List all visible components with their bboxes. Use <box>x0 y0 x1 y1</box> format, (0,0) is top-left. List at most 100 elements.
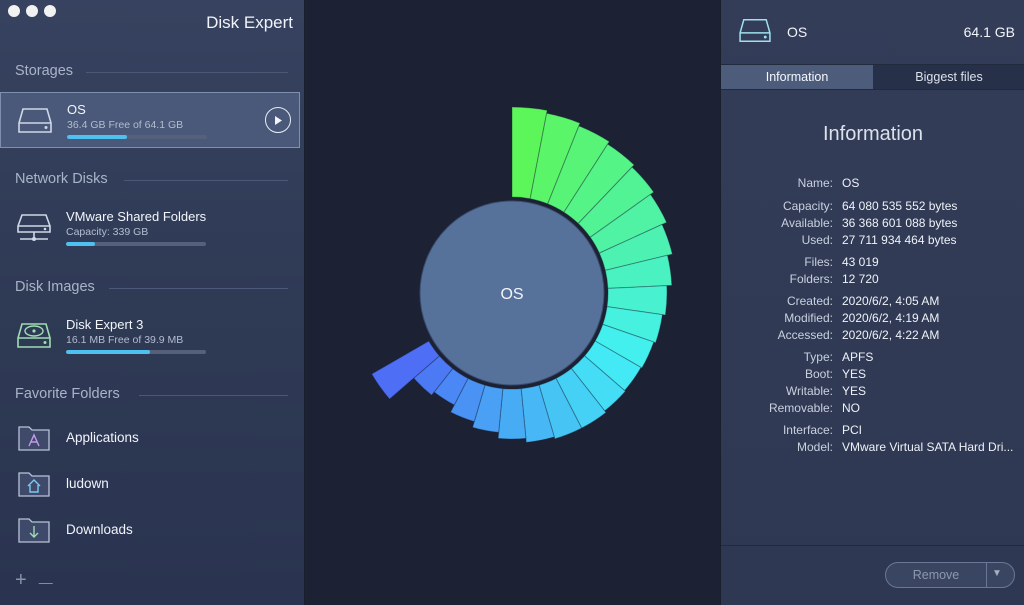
zoom-window-button[interactable] <box>44 5 56 17</box>
info-key: Files: <box>804 255 833 269</box>
info-key: Removable: <box>768 401 833 415</box>
info-row: Writable: YES <box>721 384 1024 399</box>
hard-drive-icon <box>739 19 771 43</box>
info-value: 2020/6/2, 4:05 AM <box>842 294 940 308</box>
info-value: OS <box>842 176 860 190</box>
favorite-label: ludown <box>66 476 109 491</box>
favorite-label: Downloads <box>66 522 133 537</box>
info-key: Boot: <box>804 367 833 381</box>
disk-image-name: Disk Expert 3 <box>66 317 144 332</box>
disk-image-usage-bar <box>66 350 206 354</box>
info-key: Name: <box>797 176 833 190</box>
favorite-item-ludown[interactable]: ludown <box>0 464 300 504</box>
app-title: Disk Expert <box>206 13 293 32</box>
hub-disk-label: OS <box>500 286 523 303</box>
tab-information[interactable]: Information <box>721 65 873 89</box>
info-row: Name: OS <box>721 176 1024 191</box>
info-row: Created: 2020/6/2, 4:05 AM <box>721 294 1024 309</box>
add-folder-button[interactable]: + <box>15 569 27 595</box>
info-row: Modified: 2020/6/2, 4:19 AM <box>721 311 1024 326</box>
info-key: Writable: <box>785 384 833 398</box>
info-row: Type: APFS <box>721 350 1024 365</box>
info-value: NO <box>842 401 860 415</box>
footer-divider <box>721 545 1024 546</box>
info-value: 12 720 <box>842 272 879 286</box>
section-title-storages: Storages <box>15 63 74 79</box>
info-value: 36 368 601 088 bytes <box>842 216 958 230</box>
selected-disk-name: OS <box>787 24 808 40</box>
button-separator <box>986 563 987 587</box>
network-usage-fill <box>66 242 96 246</box>
info-key: Created: <box>786 294 833 308</box>
info-row: Boot: YES <box>721 367 1024 382</box>
info-key: Capacity: <box>782 199 833 213</box>
network-disk-capacity: Capacity: 339 GB <box>66 226 149 238</box>
info-value: 27 711 934 464 bytes <box>842 233 957 247</box>
info-value: 64 080 535 552 bytes <box>842 199 958 213</box>
info-row: Model: VMware Virtual SATA Hard Dri... <box>721 440 1024 455</box>
sunburst-chart[interactable]: OS <box>305 0 720 605</box>
tab-biggest-files[interactable]: Biggest files <box>873 65 1024 89</box>
remove-button-group: Remove ▼ <box>885 562 1015 588</box>
info-panel: OS 64.1 GB Information Biggest files Inf… <box>720 0 1024 605</box>
disk-image-item-disk-expert-3[interactable]: Disk Expert 3 16.1 MB Free of 39.9 MB <box>0 308 300 364</box>
favorite-label: Applications <box>66 430 139 445</box>
favorite-item-applications[interactable]: Applications <box>0 418 300 458</box>
info-value: YES <box>842 384 867 398</box>
info-key: Modified: <box>784 311 833 325</box>
storage-free-space: 36.4 GB Free of 64.1 GB <box>67 119 184 131</box>
network-usage-bar <box>66 242 206 246</box>
info-key: Used: <box>801 233 833 247</box>
dropdown-caret-icon[interactable]: ▼ <box>992 568 1002 579</box>
remove-button[interactable]: Remove <box>886 568 986 582</box>
info-key: Model: <box>796 440 833 454</box>
downloads-folder-icon <box>18 518 50 543</box>
section-title-disk-images: Disk Images <box>15 279 95 295</box>
info-row: Available: 36 368 601 088 bytes <box>721 216 1024 231</box>
minimize-window-button[interactable] <box>26 5 38 17</box>
section-title-favorite-folders: Favorite Folders <box>15 386 120 402</box>
sidebar: Disk Expert Storages OS 36.4 GB Free of … <box>0 0 305 605</box>
info-value: VMware Virtual SATA Hard Dri... <box>842 440 1014 454</box>
info-value: 43 019 <box>842 255 879 269</box>
section-divider <box>139 395 288 396</box>
section-divider <box>124 180 288 181</box>
selected-disk-size: 64.1 GB <box>963 24 1015 40</box>
sidebar-bottom-controls: + — <box>15 569 53 595</box>
network-drive-icon <box>17 214 51 241</box>
info-value: 2020/6/2, 4:22 AM <box>842 328 940 342</box>
info-value: PCI <box>842 423 863 437</box>
info-key: Folders: <box>789 272 833 286</box>
info-value: APFS <box>842 350 874 364</box>
info-key: Type: <box>803 350 833 364</box>
play-icon <box>275 115 282 125</box>
storage-name: OS <box>67 102 86 117</box>
info-row: Folders: 12 720 <box>721 272 1024 287</box>
remove-folder-button[interactable]: — <box>39 569 53 595</box>
applications-folder-icon <box>18 426 50 451</box>
network-item-vmware[interactable]: VMware Shared Folders Capacity: 339 GB <box>0 200 300 256</box>
hard-drive-icon <box>18 108 52 133</box>
home-folder-icon <box>18 472 50 497</box>
storage-item-os[interactable]: OS 36.4 GB Free of 64.1 GB <box>0 92 300 148</box>
info-row: Files: 43 019 <box>721 255 1024 270</box>
close-window-button[interactable] <box>8 5 20 17</box>
section-title-network-disks: Network Disks <box>15 171 108 187</box>
info-value: YES <box>842 367 867 381</box>
storage-usage-bar <box>67 135 207 139</box>
info-key: Accessed: <box>777 328 833 342</box>
info-heading: Information <box>822 123 924 145</box>
network-disk-name: VMware Shared Folders <box>66 209 207 224</box>
window-controls <box>8 5 56 17</box>
info-row: Used: 27 711 934 464 bytes <box>721 233 1024 248</box>
info-key: Available: <box>781 216 833 230</box>
info-row: Capacity: 64 080 535 552 bytes <box>721 199 1024 214</box>
disk-image-usage-fill <box>66 350 150 354</box>
disk-map-view: OS <box>305 0 720 605</box>
info-row: Interface: PCI <box>721 423 1024 438</box>
favorite-item-downloads[interactable]: Downloads <box>0 510 300 550</box>
info-row: Removable: NO <box>721 401 1024 416</box>
info-row: Accessed: 2020/6/2, 4:22 AM <box>721 328 1024 343</box>
scan-play-button[interactable] <box>265 107 291 133</box>
info-tabs: Information Biggest files <box>721 64 1024 90</box>
